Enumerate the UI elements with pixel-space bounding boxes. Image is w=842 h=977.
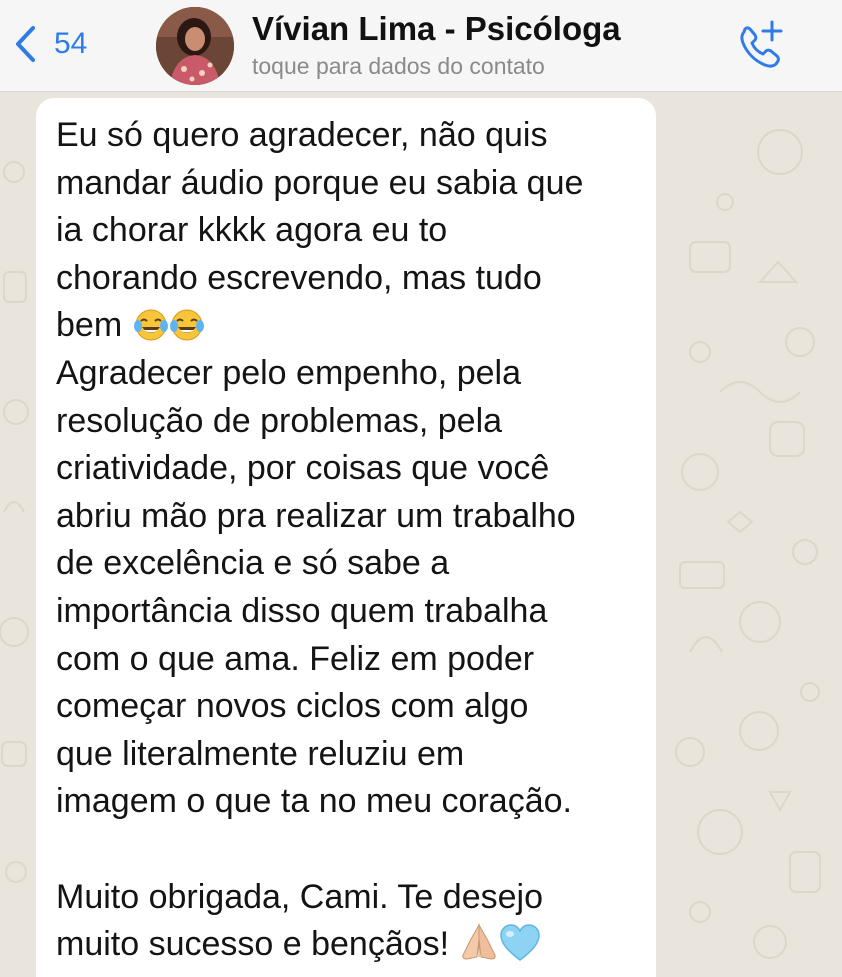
message-line: mandar áudio porque eu sabia que bbox=[56, 163, 584, 202]
light-blue-heart-icon bbox=[499, 923, 541, 977]
message-line: importância disso quem trabalha bbox=[56, 591, 548, 630]
contact-info-hint[interactable]: toque para dados do contato bbox=[252, 53, 545, 80]
message-line: Muito obrigada, Cami. Te desejo bbox=[56, 877, 543, 916]
chat-header: 54 Vívian Lima - Psicóloga toque para da… bbox=[0, 0, 842, 92]
message-line: chorando escrevendo, mas tudo bbox=[56, 258, 542, 297]
contact-avatar[interactable] bbox=[156, 7, 234, 85]
message-line: abriu mão pra realizar um trabalho bbox=[56, 496, 576, 535]
message-line: Eu só quero agradecer, não quis bbox=[56, 116, 548, 154]
message-line: bem bbox=[56, 302, 636, 350]
back-button[interactable]: 54 bbox=[14, 22, 87, 66]
add-call-icon bbox=[732, 20, 792, 76]
folded-hands-icon bbox=[459, 921, 499, 977]
message-line: que literalmente reluziu em bbox=[56, 734, 465, 773]
message-line: de excelência e só sabe a bbox=[56, 544, 450, 583]
message-line: criatividade, por coisas que você bbox=[56, 449, 550, 488]
chevron-left-icon bbox=[14, 25, 36, 63]
message-line bbox=[56, 826, 636, 874]
message-line: com o que ama. Feliz em poder bbox=[56, 639, 535, 678]
contact-name[interactable]: Vívian Lima - Psicóloga bbox=[252, 10, 621, 48]
message-line: ia chorar kkkk agora eu to bbox=[56, 211, 448, 250]
unread-count: 54 bbox=[54, 27, 88, 60]
message-line: começar novos ciclos com algo bbox=[56, 687, 529, 726]
face-with-tears-of-joy-icon bbox=[133, 308, 168, 356]
message-line: imagem o que ta no meu coração. bbox=[56, 782, 572, 821]
message-line: Agradecer pelo empenho, pela bbox=[56, 353, 521, 392]
add-call-button[interactable] bbox=[732, 16, 792, 72]
message-line: muito sucesso e bençãos! bbox=[56, 921, 636, 969]
face-with-tears-of-joy-icon bbox=[169, 308, 204, 356]
message-bubble[interactable]: Eu só quero agradecer, não quis mandar á… bbox=[36, 98, 656, 977]
message-line: resolução de problemas, pela bbox=[56, 401, 503, 440]
